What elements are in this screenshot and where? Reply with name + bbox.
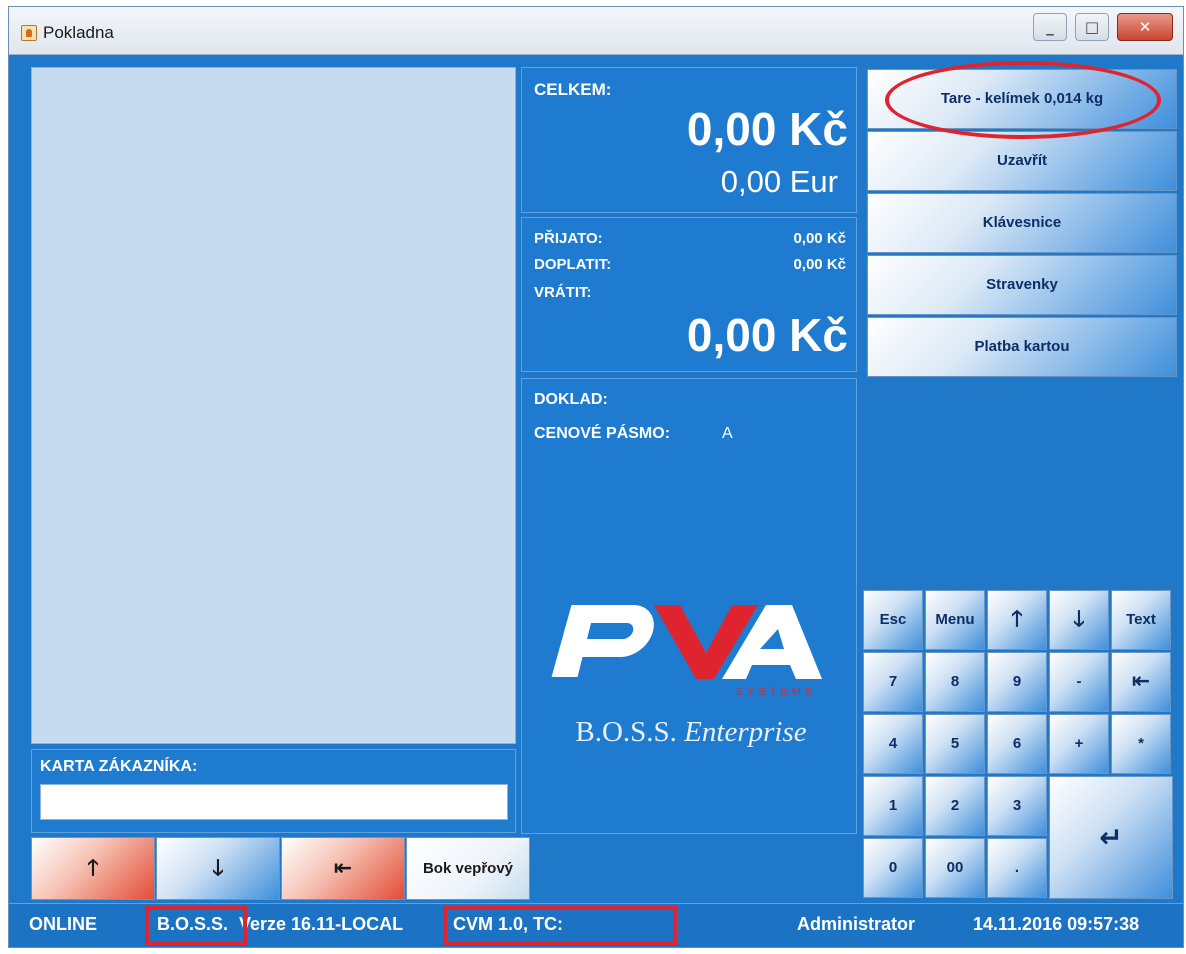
window-title: Pokladna xyxy=(43,23,114,42)
platba-kartou-button[interactable]: Platba kartou xyxy=(867,317,1177,377)
key-text[interactable]: Text xyxy=(1111,590,1171,650)
annotation-box-cvm xyxy=(443,906,677,946)
vratit-amount: 0,00 Kč xyxy=(686,309,848,361)
key-00[interactable]: 00 xyxy=(925,838,985,898)
key-2[interactable]: 2 xyxy=(925,776,985,836)
annotation-ellipse xyxy=(885,61,1161,139)
key-down[interactable]: 🡓 xyxy=(1049,590,1109,650)
prijato-value: 0,00 Kč xyxy=(793,230,846,247)
delete-item-button[interactable]: ⇤ xyxy=(281,837,405,900)
scroll-up-button[interactable]: 🡑 xyxy=(31,837,155,900)
logo-boss: B.O.S.S. xyxy=(575,716,677,748)
pva-logo: SYSTEMS B.O.S.S. Enterprise xyxy=(551,605,822,748)
payment-panel: PŘIJATO: 0,00 Kč DOPLATIT: 0,00 Kč VRÁTI… xyxy=(521,217,857,372)
key-backspace[interactable]: ⇤ xyxy=(1111,652,1171,712)
maximize-icon: □ xyxy=(1084,18,1100,36)
key-dot[interactable]: . xyxy=(987,838,1047,898)
logo-systems: SYSTEMS xyxy=(736,686,817,698)
key-4[interactable]: 4 xyxy=(863,714,923,774)
key-1[interactable]: 1 xyxy=(863,776,923,836)
key-esc[interactable]: Esc xyxy=(863,590,923,650)
key-menu[interactable]: Menu xyxy=(925,590,985,650)
cenove-pasmo-label: CENOVÉ PÁSMO: xyxy=(534,425,671,442)
customer-card-input[interactable] xyxy=(40,784,508,820)
arrow-down-icon: 🡓 xyxy=(212,856,224,881)
logo-enterprise: Enterprise xyxy=(683,716,807,748)
key-0[interactable]: 0 xyxy=(863,838,923,898)
total-czk: 0,00 Kč xyxy=(686,103,848,155)
key-plus[interactable]: + xyxy=(1049,714,1109,774)
key-3[interactable]: 3 xyxy=(987,776,1047,836)
key-enter[interactable]: ↵ xyxy=(1049,776,1173,899)
vratit-label: VRÁTIT: xyxy=(534,284,592,301)
klavesnice-button[interactable]: Klávesnice xyxy=(867,193,1177,253)
annotation-box-boss xyxy=(145,906,247,946)
doplatit-value: 0,00 Kč xyxy=(793,256,846,273)
totals-panel: CELKEM: 0,00 Kč 0,00 Eur xyxy=(521,67,857,213)
doplatit-label: DOPLATIT: xyxy=(534,256,612,273)
minimize-icon: _ xyxy=(1046,18,1054,36)
close-icon: ✕ xyxy=(1138,18,1152,36)
receipt-items-list[interactable] xyxy=(31,67,516,744)
arrow-down-icon: 🡓 xyxy=(1073,607,1085,632)
title-bar: Pokladna _ □ ✕ xyxy=(9,7,1183,55)
key-6[interactable]: 6 xyxy=(987,714,1047,774)
status-user: Administrator xyxy=(797,914,916,934)
stravenky-button[interactable]: Stravenky xyxy=(867,255,1177,315)
customer-card-label: KARTA ZÁKAZNÍKA: xyxy=(40,758,198,775)
key-up[interactable]: 🡑 xyxy=(987,590,1047,650)
product-quick-button[interactable]: Bok vepřový xyxy=(406,837,530,900)
customer-card-panel: KARTA ZÁKAZNÍKA: xyxy=(31,749,516,833)
backspace-icon: ⇤ xyxy=(1131,669,1151,694)
uzavrit-button[interactable]: Uzavřít xyxy=(867,131,1177,191)
key-minus[interactable]: - xyxy=(1049,652,1109,712)
logo-product: B.O.S.S. Enterprise xyxy=(575,716,806,748)
enter-icon: ↵ xyxy=(1099,821,1123,854)
status-datetime: 14.11.2016 09:57:38 xyxy=(973,914,1140,934)
status-version: Verze 16.11-LOCAL xyxy=(239,914,404,934)
key-7[interactable]: 7 xyxy=(863,652,923,712)
backspace-icon: ⇤ xyxy=(333,856,353,881)
arrow-up-icon: 🡑 xyxy=(87,856,99,881)
celkem-label: CELKEM: xyxy=(534,80,612,99)
pos-window: Pokladna _ □ ✕ CELKEM: 0,00 Kč 0,00 Eur … xyxy=(8,6,1184,948)
maximize-button[interactable]: □ xyxy=(1075,13,1109,41)
java-app-icon xyxy=(21,25,37,41)
scroll-down-button[interactable]: 🡓 xyxy=(156,837,280,900)
key-9[interactable]: 9 xyxy=(987,652,1047,712)
status-online: ONLINE xyxy=(29,914,98,934)
close-button[interactable]: ✕ xyxy=(1117,13,1173,41)
key-star[interactable]: * xyxy=(1111,714,1171,774)
minimize-button[interactable]: _ xyxy=(1033,13,1067,41)
key-5[interactable]: 5 xyxy=(925,714,985,774)
total-eur: 0,00 Eur xyxy=(720,164,838,199)
cenove-pasmo-value: A xyxy=(722,425,733,442)
key-8[interactable]: 8 xyxy=(925,652,985,712)
doklad-label: DOKLAD: xyxy=(534,391,608,408)
prijato-label: PŘIJATO: xyxy=(534,230,603,247)
arrow-up-icon: 🡑 xyxy=(1011,607,1023,632)
